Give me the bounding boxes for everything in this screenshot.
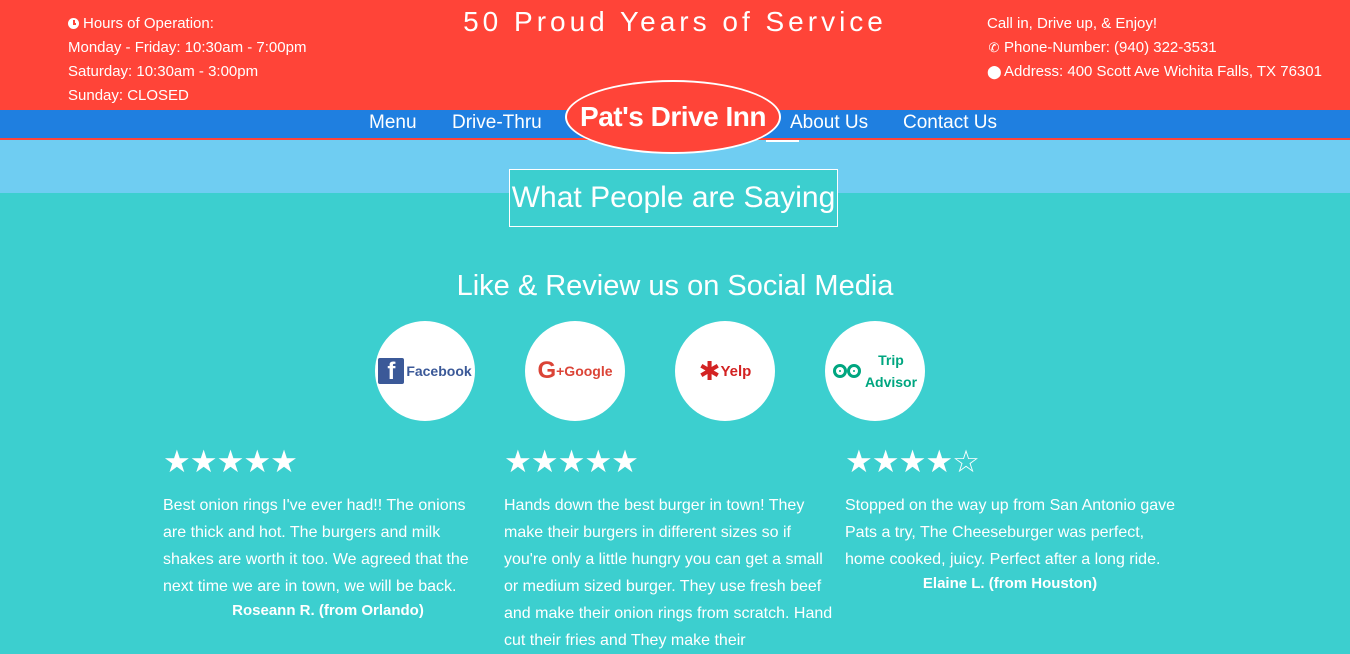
facebook-icon: f bbox=[378, 358, 405, 385]
phone-number[interactable]: Phone-Number: (940) 322-3531 bbox=[1004, 39, 1217, 56]
map-marker-icon: ⬤ bbox=[987, 64, 1002, 79]
star-rating: ★★★★★ bbox=[163, 444, 298, 479]
review-card: ★★★★☆ Stopped on the way up from San Ant… bbox=[845, 444, 1176, 593]
tripadvisor-link[interactable]: Trip Advisor bbox=[825, 321, 925, 421]
nav-menu[interactable]: Menu bbox=[369, 112, 417, 134]
yelp-link[interactable]: ✱ Yelp bbox=[675, 321, 775, 421]
hours-sunday: Sunday: CLOSED bbox=[68, 87, 189, 104]
google-icon: G bbox=[537, 357, 557, 384]
section-heading: What People are Saying bbox=[509, 169, 838, 227]
contact-intro: Call in, Drive up, & Enjoy! bbox=[987, 15, 1158, 32]
nav-contact-us[interactable]: Contact Us bbox=[903, 112, 997, 134]
google-label: +Google bbox=[556, 363, 613, 379]
star-rating: ★★★★☆ bbox=[845, 444, 980, 479]
phone-icon: ✆ bbox=[988, 40, 1000, 55]
review-text: Best onion rings I've ever had!! The oni… bbox=[163, 497, 469, 595]
site-logo[interactable]: Pat's Drive Inn bbox=[565, 80, 781, 154]
review-author: Roseann R. (from Orlando) bbox=[232, 602, 424, 619]
facebook-link[interactable]: f Facebook bbox=[375, 321, 475, 421]
review-card: ★★★★★ Best onion rings I've ever had!! T… bbox=[163, 444, 493, 620]
facebook-label: Facebook bbox=[406, 363, 472, 379]
address[interactable]: Address: 400 Scott Ave Wichita Falls, TX… bbox=[1004, 63, 1322, 80]
hours-saturday: Saturday: 10:30am - 3:00pm bbox=[68, 63, 259, 80]
tripadvisor-label: Trip Advisor bbox=[864, 352, 918, 390]
tripadvisor-icon bbox=[832, 364, 861, 378]
review-card: ★★★★★ Hands down the best burger in town… bbox=[504, 446, 834, 654]
contact-info: Call in, Drive up, & Enjoy! ✆ Phone-Numbe… bbox=[987, 12, 1322, 84]
review-text: Stopped on the way up from San Antonio g… bbox=[845, 497, 1176, 568]
nav-about-us[interactable]: About Us bbox=[790, 112, 868, 134]
review-text: Hands down the best burger in town! They… bbox=[504, 497, 833, 649]
nav-drive-thru[interactable]: Drive-Thru bbox=[452, 112, 542, 134]
social-title: Like & Review us on Social Media bbox=[456, 270, 894, 302]
nav-active-indicator bbox=[766, 140, 799, 142]
star-rating: ★★★★★ bbox=[504, 444, 639, 479]
yelp-icon: ✱ bbox=[698, 355, 721, 386]
review-author: Elaine L. (from Houston) bbox=[922, 575, 1098, 592]
yelp-label: Yelp bbox=[720, 362, 752, 380]
google-link[interactable]: G +Google bbox=[525, 321, 625, 421]
hours-weekday: Monday - Friday: 10:30am - 7:00pm bbox=[68, 39, 307, 56]
